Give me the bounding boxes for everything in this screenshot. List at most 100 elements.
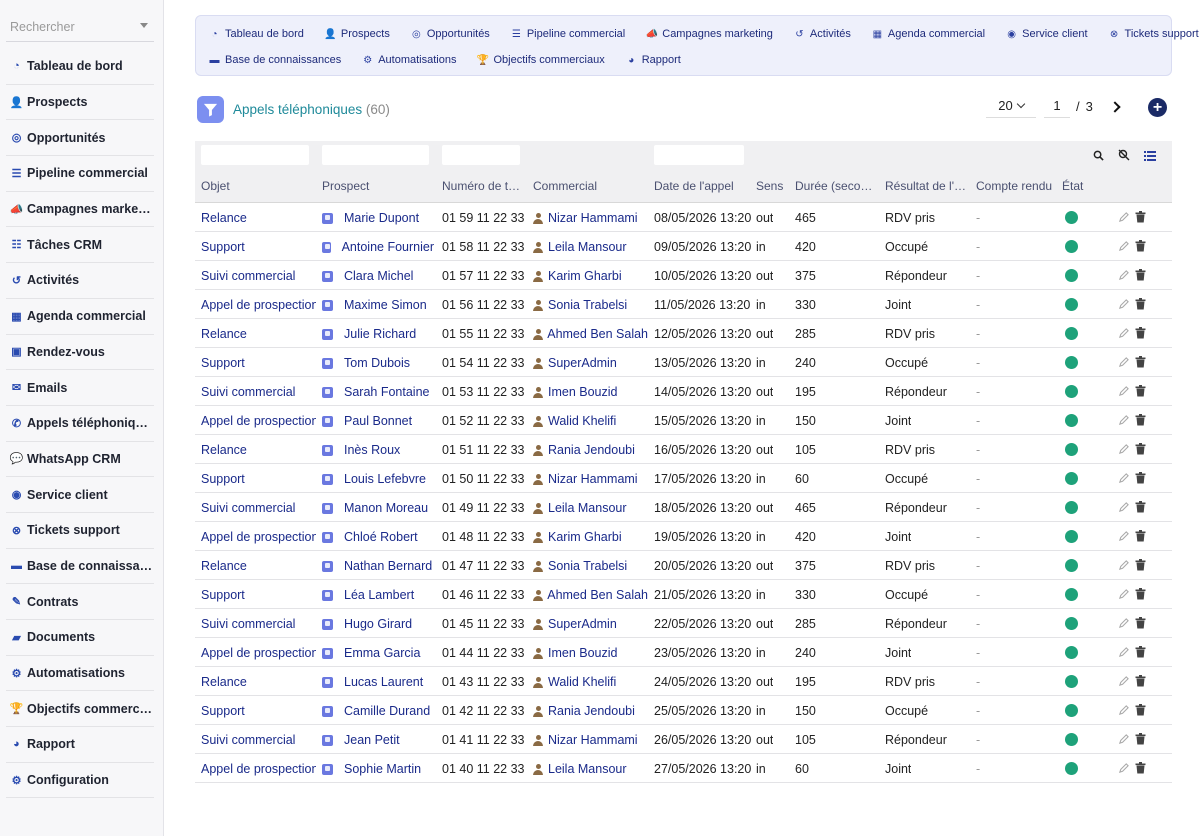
sidebar-item-tickets-support[interactable]: ⊗ Tickets support xyxy=(6,513,154,549)
sidebar-item-automatisations[interactable]: ⚙ Automatisations xyxy=(6,656,154,692)
add-record-button[interactable]: + xyxy=(1148,98,1167,117)
objet-link[interactable]: Support xyxy=(201,356,316,370)
objet-link[interactable]: Relance xyxy=(201,211,316,225)
column-header-date[interactable]: Date de l'appel xyxy=(654,179,746,193)
trash-icon[interactable] xyxy=(1134,617,1146,629)
commercial-link[interactable]: Ahmed Ben Salah xyxy=(533,327,648,341)
trash-icon[interactable] xyxy=(1134,443,1146,455)
objet-link[interactable]: Appel de prospection xyxy=(201,414,316,428)
sidebar-item-base-de-connaissan[interactable]: ▬ Base de connaissan… xyxy=(6,549,154,585)
objet-link[interactable]: Suivi commercial xyxy=(201,617,316,631)
column-header-prospect[interactable]: Prospect xyxy=(322,179,432,193)
top-nav-link-campagnes-marketing[interactable]: 📣 Campagnes marketing xyxy=(646,28,773,40)
prospect-link[interactable]: Léa Lambert xyxy=(322,588,434,602)
prospect-link[interactable]: Paul Bonnet xyxy=(322,414,434,428)
top-nav-link-tableau-de-bord[interactable]: ◔ Tableau de bord xyxy=(209,28,303,40)
commercial-link[interactable]: Nizar Hammami xyxy=(533,472,648,486)
filter-numero-input[interactable] xyxy=(442,145,520,165)
top-nav-link-activites[interactable]: ↺ Activités xyxy=(794,28,851,40)
prospect-link[interactable]: Nathan Bernard xyxy=(322,559,434,573)
prospect-link[interactable]: Chloé Robert xyxy=(322,530,434,544)
edit-icon[interactable] xyxy=(1117,646,1129,658)
trash-icon[interactable] xyxy=(1134,646,1146,658)
trash-icon[interactable] xyxy=(1134,298,1146,310)
commercial-link[interactable]: SuperAdmin xyxy=(533,617,648,631)
column-header-resultat[interactable]: Résultat de l'… xyxy=(885,179,967,193)
trash-icon[interactable] xyxy=(1134,675,1146,687)
objet-link[interactable]: Suivi commercial xyxy=(201,385,316,399)
prospect-link[interactable]: Antoine Fournier xyxy=(322,240,434,254)
objet-link[interactable]: Support xyxy=(201,240,316,254)
trash-icon[interactable] xyxy=(1134,704,1146,716)
edit-icon[interactable] xyxy=(1117,443,1129,455)
sidebar-item-taches-crm[interactable]: ☷ Tâches CRM xyxy=(6,227,154,264)
objet-link[interactable]: Relance xyxy=(201,443,316,457)
trash-icon[interactable] xyxy=(1134,472,1146,484)
column-header-sens[interactable]: Sens xyxy=(756,179,786,193)
sidebar-item-tableau-de-bord[interactable]: ◔ Tableau de bord xyxy=(6,49,154,85)
column-header-objet[interactable]: Objet xyxy=(201,179,311,193)
sidebar-item-activites[interactable]: ↺ Activités xyxy=(6,263,154,299)
prospect-link[interactable]: Tom Dubois xyxy=(322,356,434,370)
prospect-link[interactable]: Camille Durand xyxy=(322,704,434,718)
objet-link[interactable]: Support xyxy=(201,472,316,486)
column-header-etat[interactable]: État xyxy=(1062,179,1092,193)
edit-icon[interactable] xyxy=(1117,733,1129,745)
trash-icon[interactable] xyxy=(1134,733,1146,745)
edit-icon[interactable] xyxy=(1117,472,1129,484)
commercial-link[interactable]: Rania Jendoubi xyxy=(533,704,648,718)
prospect-link[interactable]: Jean Petit xyxy=(322,733,434,747)
commercial-link[interactable]: Nizar Hammami xyxy=(533,211,648,225)
commercial-link[interactable]: Imen Bouzid xyxy=(533,385,648,399)
trash-icon[interactable] xyxy=(1134,269,1146,281)
trash-icon[interactable] xyxy=(1134,588,1146,600)
column-header-compte-rendu[interactable]: Compte rendu xyxy=(976,179,1056,193)
trash-icon[interactable] xyxy=(1134,211,1146,223)
sidebar-item-objectifs-commerciaux[interactable]: 🏆 Objectifs commerciaux xyxy=(6,691,154,728)
column-header-commercial[interactable]: Commercial xyxy=(533,179,643,193)
top-nav-link-agenda-commercial[interactable]: ▦ Agenda commercial xyxy=(872,28,985,40)
sidebar-item-campagnes-marketing[interactable]: 📣 Campagnes marketing xyxy=(6,192,154,228)
trash-icon[interactable] xyxy=(1134,356,1146,368)
commercial-link[interactable]: Ahmed Ben Salah xyxy=(533,588,648,602)
commercial-link[interactable]: Leila Mansour xyxy=(533,240,648,254)
commercial-link[interactable]: SuperAdmin xyxy=(533,356,648,370)
objet-link[interactable]: Appel de prospection xyxy=(201,298,316,312)
sidebar-item-configuration[interactable]: ⚙ Configuration xyxy=(6,763,154,799)
commercial-link[interactable]: Karim Gharbi xyxy=(533,269,648,283)
objet-link[interactable]: Appel de prospection xyxy=(201,762,316,776)
edit-icon[interactable] xyxy=(1117,501,1129,513)
objet-link[interactable]: Suivi commercial xyxy=(201,501,316,515)
sidebar-item-opportunites[interactable]: ◎ Opportunités xyxy=(6,120,154,157)
trash-icon[interactable] xyxy=(1134,501,1146,513)
trash-icon[interactable] xyxy=(1134,530,1146,542)
edit-icon[interactable] xyxy=(1117,327,1129,339)
trash-icon[interactable] xyxy=(1134,240,1146,252)
edit-icon[interactable] xyxy=(1117,211,1129,223)
top-nav-link-pipeline-commercial[interactable]: ☰ Pipeline commercial xyxy=(511,28,625,40)
prospect-link[interactable]: Sophie Martin xyxy=(322,762,434,776)
edit-icon[interactable] xyxy=(1117,530,1129,542)
column-header-numero[interactable]: Numéro de t… xyxy=(442,179,522,193)
objet-link[interactable]: Suivi commercial xyxy=(201,269,316,283)
edit-icon[interactable] xyxy=(1117,762,1129,774)
top-nav-link-tickets-support[interactable]: ⊗ Tickets support xyxy=(1109,28,1199,40)
objet-link[interactable]: Appel de prospection xyxy=(201,530,316,544)
search-icon[interactable] xyxy=(1092,149,1104,161)
filter-prospect-input[interactable] xyxy=(322,145,429,165)
filter-funnel-icon[interactable] xyxy=(197,96,224,123)
commercial-link[interactable]: Imen Bouzid xyxy=(533,646,648,660)
sidebar-item-prospects[interactable]: 👤 Prospects xyxy=(6,85,154,121)
sidebar-item-service-client[interactable]: ◉ Service client xyxy=(6,477,154,513)
sidebar-item-contrats[interactable]: ✎ Contrats xyxy=(6,584,154,620)
objet-link[interactable]: Support xyxy=(201,588,316,602)
column-list-icon[interactable] xyxy=(1144,149,1156,161)
prospect-link[interactable]: Clara Michel xyxy=(322,269,434,283)
commercial-link[interactable]: Rania Jendoubi xyxy=(533,443,648,457)
sidebar-item-rendez-vous[interactable]: ▣ Rendez-vous xyxy=(6,335,154,371)
prospect-link[interactable]: Inès Roux xyxy=(322,443,434,457)
commercial-link[interactable]: Walid Khelifi xyxy=(533,675,648,689)
edit-icon[interactable] xyxy=(1117,240,1129,252)
sidebar-item-rapport[interactable]: ◕ Rapport xyxy=(6,727,154,763)
prospect-link[interactable]: Louis Lefebvre xyxy=(322,472,434,486)
